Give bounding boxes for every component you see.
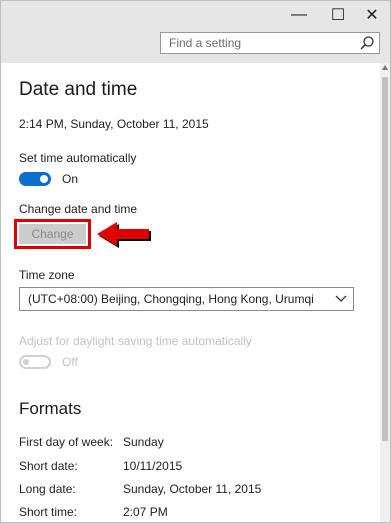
format-value: Sunday, October 11, 2015 — [123, 482, 262, 496]
format-label: Long date: — [19, 482, 76, 496]
format-value: 10/11/2015 — [123, 459, 183, 473]
time-zone-select[interactable]: (UTC+08:00) Beijing, Chongqing, Hong Kon… — [19, 287, 354, 311]
daylight-saving-toggle[interactable] — [19, 355, 51, 369]
maximize-button[interactable]: ☐ — [319, 1, 357, 29]
format-label: Short time: — [19, 505, 78, 519]
search-input[interactable] — [161, 33, 359, 53]
format-label: First day of week: — [19, 435, 114, 449]
daylight-saving-state: Off — [62, 355, 78, 369]
title-bar: — ☐ ✕ — [1, 1, 390, 63]
change-button[interactable]: Change — [19, 224, 86, 244]
close-button[interactable]: ✕ — [353, 1, 391, 29]
search-box[interactable] — [160, 32, 380, 54]
format-label: Short date: — [19, 459, 78, 473]
current-datetime: 2:14 PM, Sunday, October 11, 2015 — [19, 117, 209, 131]
red-arrow-icon — [97, 222, 151, 248]
change-date-time-label: Change date and time — [19, 202, 138, 216]
format-value: Sunday — [123, 435, 164, 449]
scroll-up-arrow-icon[interactable] — [382, 65, 388, 70]
time-zone-value: (UTC+08:00) Beijing, Chongqing, Hong Kon… — [28, 292, 314, 306]
settings-window: — ☐ ✕ Date and time 2:14 PM, Sunday, Oct… — [0, 0, 391, 523]
format-value: 2:07 PM — [123, 505, 168, 519]
set-time-automatically-label: Set time automatically — [19, 151, 137, 165]
chevron-down-icon — [335, 295, 347, 302]
minimize-button[interactable]: — — [280, 1, 318, 29]
page-title: Date and time — [19, 79, 138, 100]
scroll-thumb[interactable] — [382, 77, 388, 441]
daylight-saving-label: Adjust for daylight saving time automati… — [19, 334, 252, 348]
toggle-knob — [23, 359, 29, 365]
set-time-automatically-state: On — [62, 172, 79, 186]
set-time-automatically-toggle[interactable] — [19, 172, 51, 186]
toggle-knob — [40, 175, 48, 183]
formats-heading: Formats — [19, 399, 82, 418]
vertical-scrollbar[interactable] — [380, 63, 390, 522]
time-zone-label: Time zone — [19, 268, 75, 282]
search-icon[interactable] — [359, 35, 375, 51]
